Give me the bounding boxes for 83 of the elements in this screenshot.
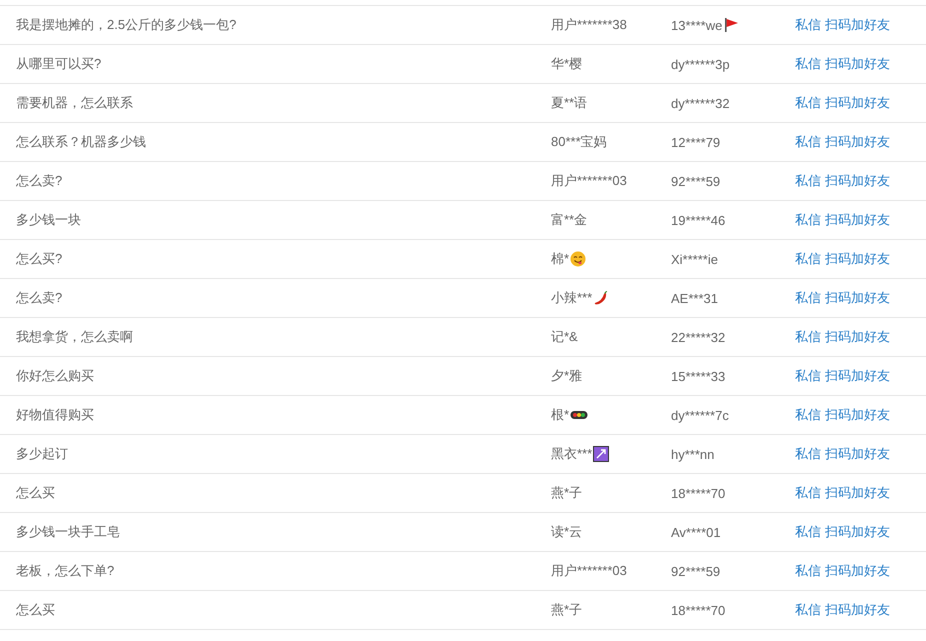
question-text: 怎么买	[15, 601, 56, 619]
message-link[interactable]: 私信	[795, 601, 821, 619]
add-friend-link[interactable]: 扫码加好友	[825, 367, 890, 385]
user-name: 夕*雅	[551, 367, 582, 385]
user-name: 棉*	[551, 250, 570, 268]
message-link[interactable]: 私信	[795, 445, 821, 463]
add-friend-link[interactable]: 扫码加好友	[825, 211, 890, 229]
message-link[interactable]: 私信	[795, 55, 821, 73]
question-text: 我想拿货，怎么卖啊	[15, 328, 134, 346]
add-friend-link[interactable]: 扫码加好友	[825, 445, 890, 463]
question-text: 从哪里可以买?	[15, 55, 102, 73]
add-friend-link[interactable]: 扫码加好友	[825, 406, 890, 424]
user-name: 用户*******38	[551, 16, 627, 34]
user-name: 夏**语	[551, 94, 588, 112]
question-text: 多少钱一块	[15, 211, 82, 229]
user-id: 13****we	[671, 18, 722, 32]
question-text: 多少起订	[15, 445, 69, 463]
user-name: 用户*******03	[551, 562, 627, 580]
add-friend-link[interactable]: 扫码加好友	[825, 484, 890, 502]
user-id: Xi*****ie	[671, 252, 718, 266]
user-id: 19*****46	[671, 212, 726, 228]
user-id: hy***nn	[671, 446, 714, 462]
flag-icon	[723, 17, 740, 33]
user-id: 18*****70	[671, 486, 726, 500]
message-link[interactable]: 私信	[795, 523, 821, 541]
add-friend-link[interactable]: 扫码加好友	[825, 601, 890, 619]
message-link[interactable]: 私信	[795, 289, 821, 307]
user-name: 小辣***	[551, 289, 592, 307]
add-friend-link[interactable]: 扫码加好友	[825, 55, 890, 73]
message-link[interactable]: 私信	[795, 250, 821, 268]
user-name: 根*	[551, 406, 570, 424]
message-link[interactable]: 私信	[795, 16, 821, 34]
pepper-icon	[593, 290, 610, 306]
question-text: 多少钱一块手工皂	[15, 523, 121, 541]
question-text: 怎么卖?	[15, 172, 64, 190]
add-friend-link[interactable]: 扫码加好友	[825, 328, 890, 346]
user-id: dy******3p	[671, 56, 730, 72]
user-id: 22*****32	[671, 330, 726, 344]
user-name: 华*樱	[551, 55, 582, 73]
user-id: 18*****70	[671, 602, 726, 618]
user-id: dy******32	[671, 96, 730, 110]
user-name: 燕*子	[551, 601, 582, 619]
add-friend-link[interactable]: 扫码加好友	[825, 250, 890, 268]
message-link[interactable]: 私信	[795, 328, 821, 346]
question-text: 需要机器，怎么联系	[15, 94, 134, 112]
message-link[interactable]: 私信	[795, 562, 821, 580]
user-name: 黑衣***	[551, 445, 592, 463]
user-id: 12****79	[671, 134, 720, 150]
user-name: 80***宝妈	[551, 133, 607, 151]
user-id: 15*****33	[671, 368, 726, 384]
question-text: 怎么买	[15, 484, 56, 502]
message-link[interactable]: 私信	[795, 172, 821, 190]
user-name: 记*&	[551, 328, 578, 346]
question-text: 老板，怎么下单?	[15, 562, 116, 580]
question-text: 怎么卖?	[15, 289, 64, 307]
user-name: 读*云	[551, 523, 582, 541]
user-id: dy******7c	[671, 408, 729, 422]
add-friend-link[interactable]: 扫码加好友	[825, 172, 890, 190]
user-id: 92****59	[671, 174, 720, 188]
add-friend-link[interactable]: 扫码加好友	[825, 289, 890, 307]
user-name: 燕*子	[551, 484, 582, 502]
user-name: 用户*******03	[551, 172, 627, 190]
question-text: 你好怎么购买	[15, 367, 95, 385]
add-friend-link[interactable]: 扫码加好友	[825, 94, 890, 112]
add-friend-link[interactable]: 扫码加好友	[825, 562, 890, 580]
user-id: AE***31	[671, 290, 718, 306]
message-link[interactable]: 私信	[795, 367, 821, 385]
message-link[interactable]: 私信	[795, 406, 821, 424]
user-id: 92****59	[671, 564, 720, 578]
add-friend-link[interactable]: 扫码加好友	[825, 16, 890, 34]
message-link[interactable]: 私信	[795, 211, 821, 229]
user-name: 富**金	[551, 211, 588, 229]
question-text: 怎么联系？机器多少钱	[15, 133, 147, 151]
user-id: Av****01	[671, 524, 721, 540]
smiley-icon	[570, 251, 586, 267]
question-text: 好物值得购买	[15, 406, 95, 424]
message-link[interactable]: 私信	[795, 133, 821, 151]
message-link[interactable]: 私信	[795, 484, 821, 502]
message-link[interactable]: 私信	[795, 94, 821, 112]
question-text: 怎么买?	[15, 250, 64, 268]
add-friend-link[interactable]: 扫码加好友	[825, 523, 890, 541]
question-text: 我是摆地摊的，2.5公斤的多少钱一包?	[15, 16, 238, 34]
add-friend-link[interactable]: 扫码加好友	[825, 133, 890, 151]
